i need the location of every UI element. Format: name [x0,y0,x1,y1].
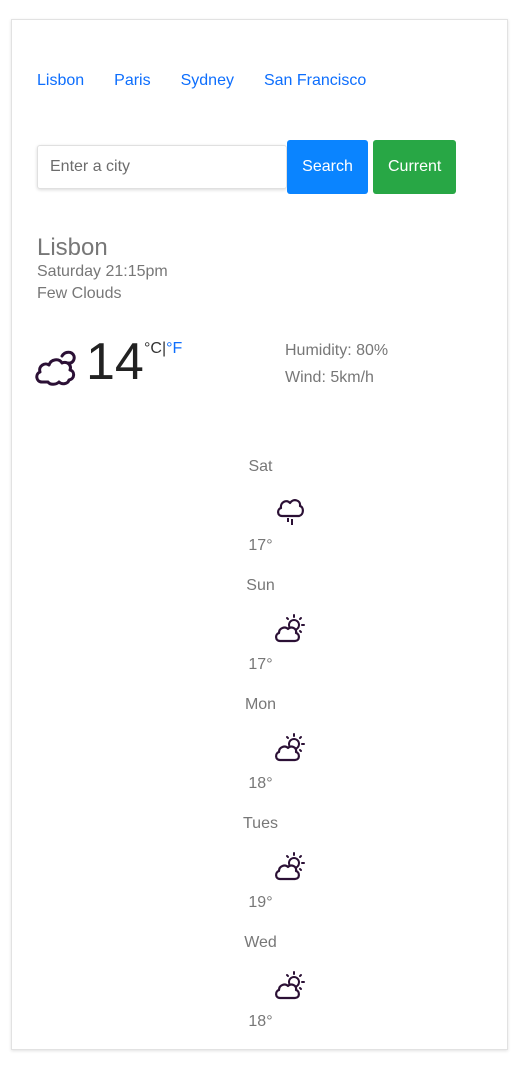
forecast-temp: 18° [248,775,273,792]
celsius-link[interactable]: °C [144,340,162,357]
forecast-temp: 18° [248,1013,273,1030]
current-city-name: Lisbon [37,234,108,261]
sun-cloud-icon [275,614,305,643]
unit-toggle: °C|°F [144,340,182,358]
weather-description: Few Clouds [37,285,122,302]
forecast-day: Mon 18° [12,696,509,815]
weather-card: Lisbon Paris Sydney San Francisco Search… [11,19,508,1050]
current-temperature: 14 [86,333,144,391]
humidity: Humidity: 80% [285,342,389,359]
forecast-temp: 19° [248,894,273,911]
city-link-lisbon[interactable]: Lisbon [37,72,84,90]
forecast-day-name: Tues [243,815,278,832]
current-location-button[interactable]: Current [373,140,456,194]
current-date: Saturday 21:15pm [37,263,168,280]
search-button[interactable]: Search [287,140,368,194]
forecast-list: Sat 17° Sun 17° Mon 18° Tues 19° Wed 18° [12,458,509,1053]
city-link-paris[interactable]: Paris [114,72,150,90]
search-form: Search Current [37,140,456,194]
forecast-day: Sat 17° [12,458,509,577]
city-link-san-francisco[interactable]: San Francisco [264,72,366,90]
forecast-day-name: Wed [244,934,277,951]
sun-cloud-icon [275,971,305,1000]
city-links: Lisbon Paris Sydney San Francisco [37,72,396,90]
cloud-rain-icon [277,499,304,525]
forecast-day: Tues 19° [12,815,509,934]
wind: Wind: 5km/h [285,369,374,386]
forecast-day: Wed 18° [12,934,509,1053]
sun-cloud-icon [275,733,305,762]
fahrenheit-link[interactable]: °F [166,340,182,357]
city-link-sydney[interactable]: Sydney [181,72,234,90]
cloud-night-icon [35,350,76,386]
forecast-day-name: Sun [246,577,275,594]
forecast-day-name: Mon [244,696,277,713]
sun-cloud-icon [275,852,305,881]
forecast-day: Sun 17° [12,577,509,696]
city-search-input[interactable] [37,145,287,189]
forecast-day-name: Sat [248,458,273,475]
forecast-temp: 17° [248,656,273,673]
forecast-temp: 17° [248,537,273,554]
